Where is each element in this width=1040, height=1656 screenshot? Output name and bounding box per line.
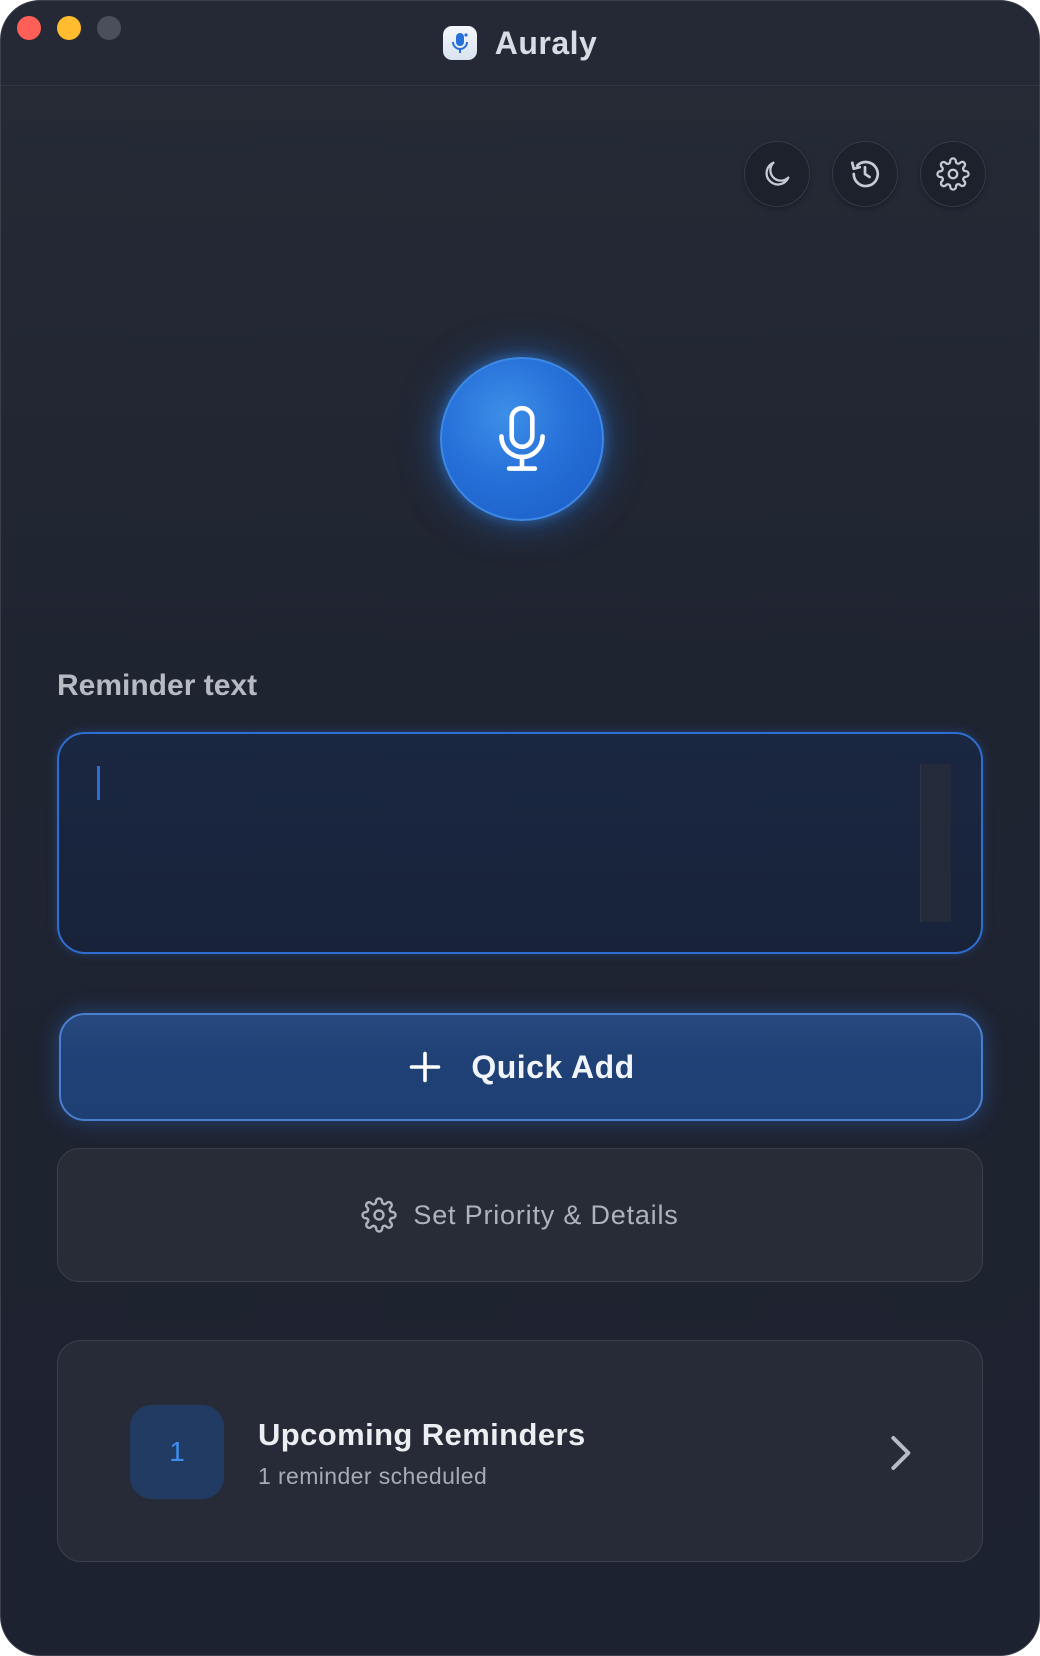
gear-icon (361, 1197, 398, 1233)
reminder-text-input[interactable] (57, 732, 983, 954)
upcoming-reminders-subtitle: 1 reminder scheduled (258, 1463, 488, 1489)
gear-icon (936, 157, 970, 191)
set-priority-details-label: Set Priority & Details (413, 1199, 679, 1230)
chevron-right-icon (891, 1436, 911, 1470)
text-caret (97, 766, 100, 800)
theme-toggle-button[interactable] (744, 141, 810, 207)
set-priority-details-button[interactable]: Set Priority & Details (57, 1148, 983, 1282)
reminder-count-badge: 1 (130, 1405, 224, 1499)
app-window: Auraly Reminder text Quick Add Set Prior… (0, 0, 1040, 1656)
title-bar: Auraly (1, 1, 1039, 86)
quick-add-label: Quick Add (471, 1048, 635, 1085)
microphone-icon (499, 405, 545, 471)
reminder-text-label: Reminder text (57, 669, 258, 702)
input-scrollbar[interactable] (920, 764, 951, 922)
app-name: Auraly (494, 24, 598, 61)
record-voice-button[interactable] (440, 357, 604, 521)
moon-icon (765, 161, 790, 186)
plus-icon (410, 1051, 441, 1083)
upcoming-reminders-title: Upcoming Reminders (258, 1417, 586, 1452)
upcoming-reminders-card[interactable]: 1 Upcoming Reminders 1 reminder schedule… (57, 1340, 983, 1562)
window-title: Auraly (1, 1, 1039, 85)
history-icon (850, 160, 880, 188)
quick-add-button[interactable]: Quick Add (59, 1013, 983, 1121)
app-logo-icon (442, 26, 477, 60)
settings-button[interactable] (920, 141, 986, 207)
history-button[interactable] (832, 141, 898, 207)
